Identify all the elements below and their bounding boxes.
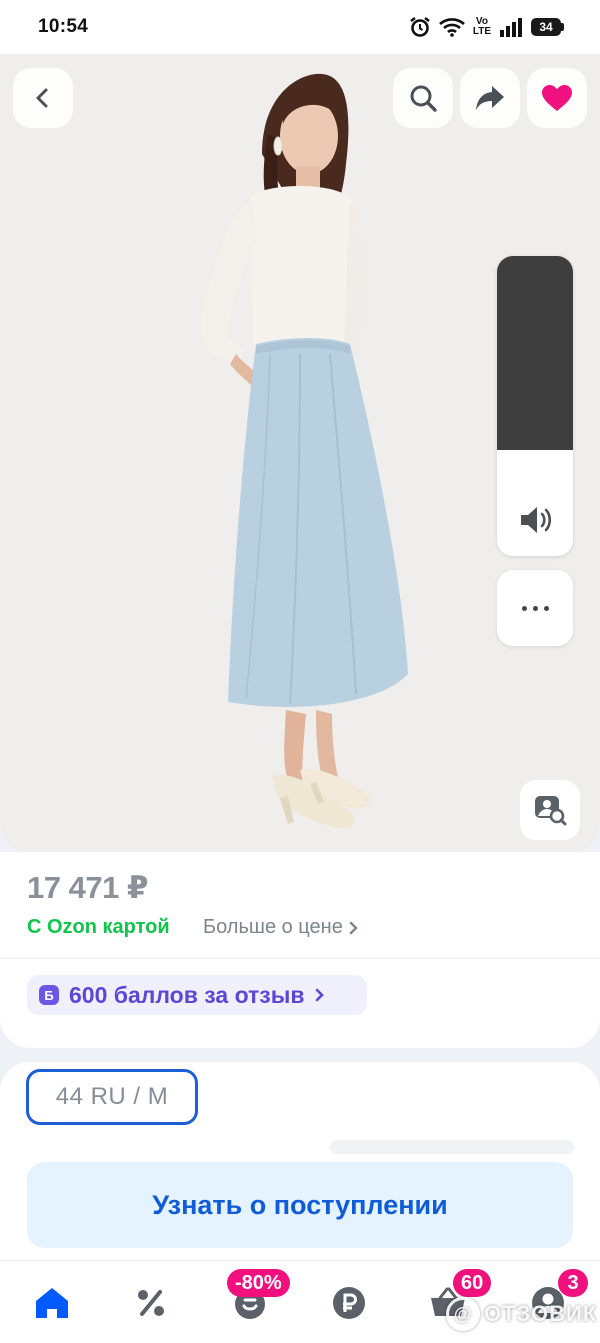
- share-icon: [476, 86, 504, 110]
- visual-search-button[interactable]: [520, 780, 580, 840]
- image-search-icon: [535, 796, 567, 826]
- percent-icon: [138, 1290, 164, 1316]
- otzovik-logo-icon: @: [446, 1297, 480, 1331]
- back-button[interactable]: [13, 68, 73, 128]
- nav-home[interactable]: [32, 1283, 72, 1323]
- price-card: 17 471 ₽ С Ozon картой Больше о цене Б 6…: [0, 852, 600, 1048]
- notify-on-arrival-button[interactable]: Узнать о поступлении: [27, 1162, 573, 1248]
- signal-icon: [500, 18, 522, 37]
- review-bonus-chip[interactable]: Б 600 баллов за отзыв: [27, 975, 367, 1015]
- status-icons: Vo LTE 34: [409, 16, 564, 38]
- more-options-button[interactable]: [497, 570, 573, 646]
- product-gallery[interactable]: [0, 54, 600, 852]
- volte-icon: Vo LTE: [472, 16, 491, 37]
- alarm-icon: [410, 17, 430, 37]
- search-icon: [410, 85, 437, 112]
- bonus-text: 600 баллов за отзыв: [69, 981, 305, 1008]
- bonus-points-icon: Б: [39, 985, 59, 1005]
- status-bar: 10:54 Vo LTE 34: [0, 0, 600, 54]
- nav-fresh-badge: -80%: [227, 1269, 290, 1297]
- nav-sale[interactable]: [131, 1283, 171, 1323]
- ozon-card-label: С Ozon картой: [27, 916, 170, 938]
- nav-finance[interactable]: [329, 1283, 369, 1323]
- chevron-right-icon: [349, 921, 358, 934]
- more-dot-icon: [521, 605, 527, 611]
- watermark-text: ОТЗОВИК: [484, 1301, 598, 1326]
- home-icon: [36, 1288, 68, 1318]
- nav-profile-badge: 3: [558, 1269, 588, 1297]
- size-table-link-placeholder: [330, 1140, 574, 1154]
- divider: [0, 958, 600, 959]
- speaker-icon[interactable]: [517, 502, 553, 538]
- volume-slider[interactable]: [497, 256, 573, 556]
- more-about-price-link[interactable]: Больше о цене: [203, 916, 359, 939]
- more-about-price-label: Больше о цене: [203, 916, 343, 938]
- otzovik-watermark: @ ОТЗОВИК: [446, 1297, 597, 1331]
- favorite-button[interactable]: [527, 68, 587, 128]
- product-price: 17 471 ₽: [27, 870, 149, 905]
- nav-cart-badge: 60: [453, 1269, 492, 1297]
- search-button[interactable]: [393, 68, 453, 128]
- chevron-left-icon: [36, 88, 48, 108]
- ruble-icon: [333, 1287, 365, 1319]
- wifi-icon: [438, 18, 465, 37]
- volume-track: [497, 256, 573, 450]
- heart-icon: [542, 85, 572, 111]
- size-option-selected[interactable]: 44 RU / M: [26, 1069, 198, 1125]
- battery-icon: 34: [531, 18, 564, 36]
- chevron-right-icon: [315, 988, 324, 1002]
- share-button[interactable]: [460, 68, 520, 128]
- status-time: 10:54: [38, 16, 89, 37]
